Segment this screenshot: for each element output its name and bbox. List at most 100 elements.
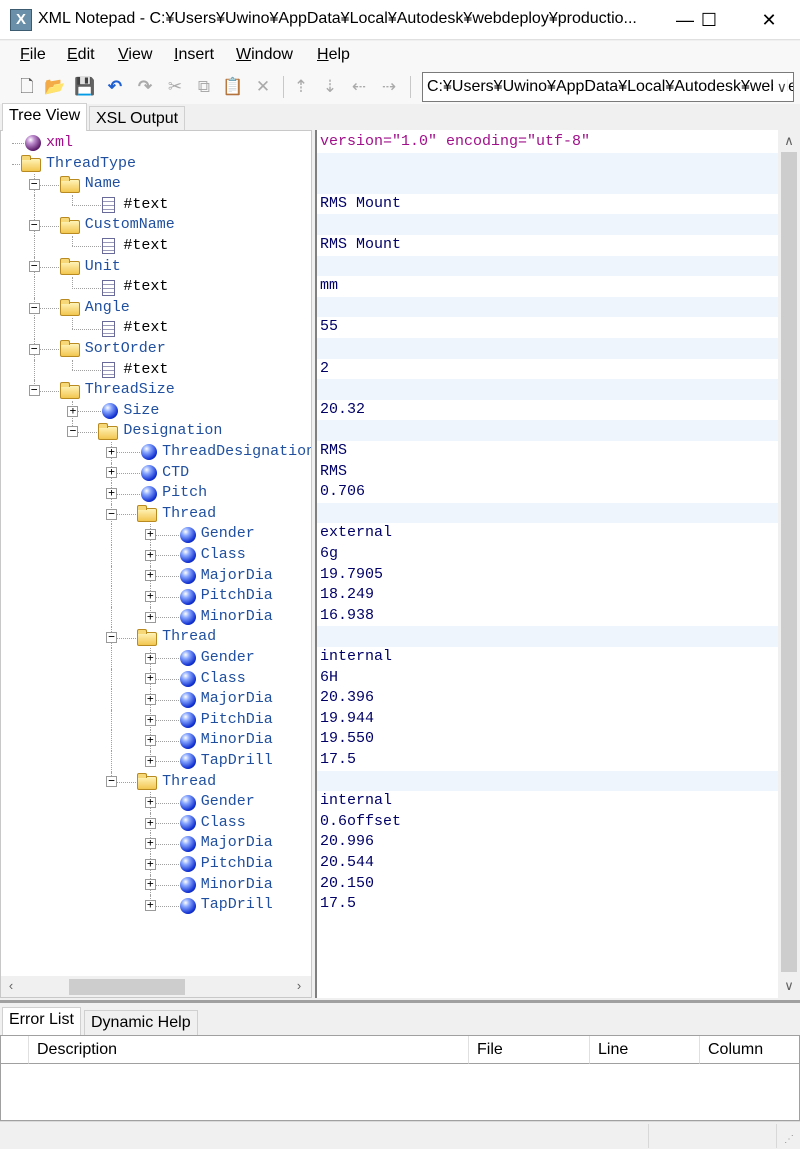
expander-expand-icon[interactable]: + [144, 837, 156, 850]
nudge-down-icon[interactable]: ⇣ [319, 76, 341, 98]
tree-node-label[interactable]: ThreadSize [85, 380, 175, 401]
expander-collapse-icon[interactable]: − [28, 219, 40, 232]
node-value[interactable]: RMS Mount [317, 235, 780, 256]
tree-node-label[interactable]: Angle [85, 298, 130, 319]
expander-expand-icon[interactable]: + [67, 405, 79, 417]
tree-node-label[interactable]: xml [46, 133, 73, 154]
expander-expand-icon[interactable]: + [106, 487, 118, 499]
tree-node-label[interactable]: #text [123, 318, 168, 339]
expander-expand-icon[interactable]: + [144, 652, 156, 664]
expander-expand-icon[interactable]: + [144, 611, 156, 623]
tree-node-label[interactable]: TapDrill [201, 751, 273, 772]
tree-node-label[interactable]: MajorDia [201, 566, 273, 587]
redo-icon[interactable]: ↷ [134, 76, 156, 98]
resize-grip-icon[interactable]: ⋰ [784, 1134, 794, 1145]
node-value[interactable]: mm [317, 276, 780, 297]
save-icon[interactable]: 💾 [74, 76, 96, 98]
node-value[interactable] [317, 214, 780, 235]
vertical-scrollbar[interactable]: ∧ ∨ [778, 130, 800, 998]
tab-dynamic-help[interactable]: Dynamic Help [84, 1010, 198, 1036]
copy-icon[interactable]: ⧉ [193, 76, 215, 98]
expander-expand-icon[interactable]: + [106, 446, 118, 458]
expander-expand-icon[interactable]: + [144, 569, 156, 582]
tree-node-label[interactable]: Gender [201, 792, 255, 813]
tree-node-label[interactable]: CustomName [85, 215, 175, 236]
node-value[interactable]: version="1.0" encoding="utf-8" [317, 132, 780, 153]
scrollbar-thumb[interactable] [69, 979, 185, 995]
expander-expand-icon[interactable]: + [144, 817, 156, 829]
node-value[interactable] [317, 173, 780, 194]
tree-node-label[interactable]: MajorDia [201, 689, 273, 710]
nudge-up-icon[interactable]: ⇡ [290, 76, 312, 98]
expander-collapse-icon[interactable]: − [106, 508, 118, 520]
scroll-right-icon[interactable]: › [289, 978, 309, 993]
column-header-icon[interactable] [1, 1036, 28, 1064]
expander-expand-icon[interactable]: + [144, 693, 156, 705]
tree-node-label[interactable]: Thread [162, 504, 216, 525]
tree-node-label[interactable]: #text [123, 195, 168, 216]
menu-help[interactable]: Help [317, 46, 350, 64]
tree-node-label[interactable]: ThreadType [46, 154, 136, 175]
expander-expand-icon[interactable]: + [144, 549, 156, 561]
nudge-left-icon[interactable]: ⇠ [348, 76, 370, 98]
node-value[interactable]: 20.150 [317, 874, 780, 895]
expander-collapse-icon[interactable]: − [28, 384, 40, 396]
menu-view[interactable]: View [118, 46, 152, 64]
node-value[interactable]: RMS [317, 441, 780, 462]
nudge-right-icon[interactable]: ⇢ [378, 76, 400, 98]
tree-node-label[interactable]: MinorDia [201, 730, 273, 751]
node-value[interactable]: 19.944 [317, 709, 780, 730]
expander-expand-icon[interactable]: + [144, 714, 156, 726]
tree-node-label[interactable]: Class [201, 545, 246, 566]
tab-xsl-output[interactable]: XSL Output [89, 106, 186, 132]
expander-collapse-icon[interactable]: − [28, 343, 40, 355]
expander-expand-icon[interactable]: + [106, 466, 118, 479]
chevron-down-icon[interactable]: ∨ [772, 73, 787, 101]
tree-node-label[interactable]: CTD [162, 463, 189, 484]
tab-error-list[interactable]: Error List [2, 1007, 81, 1035]
tree-node-label[interactable]: Designation [123, 421, 222, 442]
node-value[interactable]: 0.6offset [317, 812, 780, 833]
tree-node-label[interactable]: MinorDia [201, 607, 273, 628]
panel-splitter[interactable] [0, 1000, 800, 1003]
menu-file[interactable]: File [20, 46, 46, 64]
new-icon[interactable]: 🗋 [16, 76, 38, 98]
scroll-down-icon[interactable]: ∨ [779, 978, 799, 994]
expander-expand-icon[interactable]: + [144, 878, 156, 891]
tree-node-label[interactable]: Name [85, 174, 121, 195]
undo-icon[interactable]: ↶ [104, 76, 126, 98]
node-value[interactable] [317, 420, 780, 441]
paste-icon[interactable]: 📋 [222, 76, 244, 98]
column-header-file[interactable]: File [468, 1036, 589, 1064]
tree-node-label[interactable]: MinorDia [201, 875, 273, 896]
tree-node-label[interactable]: Class [201, 813, 246, 834]
node-value[interactable]: 20.396 [317, 688, 780, 709]
expander-expand-icon[interactable]: + [144, 528, 156, 541]
expander-collapse-icon[interactable]: − [106, 631, 118, 644]
open-icon[interactable]: 📂 [44, 76, 66, 98]
maximize-button[interactable]: ☐ [686, 0, 732, 40]
tree-node-label[interactable]: PitchDia [201, 710, 273, 731]
horizontal-scrollbar[interactable]: ‹ › [1, 976, 311, 997]
tab-tree-view[interactable]: Tree View [2, 103, 88, 131]
node-value[interactable]: 6H [317, 668, 780, 689]
node-value[interactable] [317, 255, 780, 277]
tree-node-label[interactable]: Unit [85, 257, 121, 278]
delete-icon[interactable]: ✕ [252, 76, 274, 98]
node-value[interactable]: 6g [317, 544, 780, 565]
node-value[interactable]: 19.7905 [317, 565, 780, 586]
node-value[interactable]: RMS [317, 462, 780, 483]
node-value[interactable]: 55 [317, 317, 780, 338]
tree-node-label[interactable]: MajorDia [201, 833, 273, 854]
column-header-description[interactable]: Description [28, 1036, 468, 1064]
expander-collapse-icon[interactable]: − [106, 775, 118, 788]
column-header-line[interactable]: Line [589, 1036, 699, 1064]
tree-node-label[interactable]: SortOrder [85, 339, 166, 360]
scroll-left-icon[interactable]: ‹ [1, 978, 21, 993]
tree-node-label[interactable]: Pitch [162, 483, 207, 504]
tree-node-label[interactable]: Gender [201, 524, 255, 545]
node-value[interactable]: 20.32 [317, 400, 780, 421]
expander-expand-icon[interactable]: + [144, 858, 156, 870]
scrollbar-thumb[interactable] [781, 152, 797, 972]
tree-node-label[interactable]: Gender [201, 648, 255, 669]
